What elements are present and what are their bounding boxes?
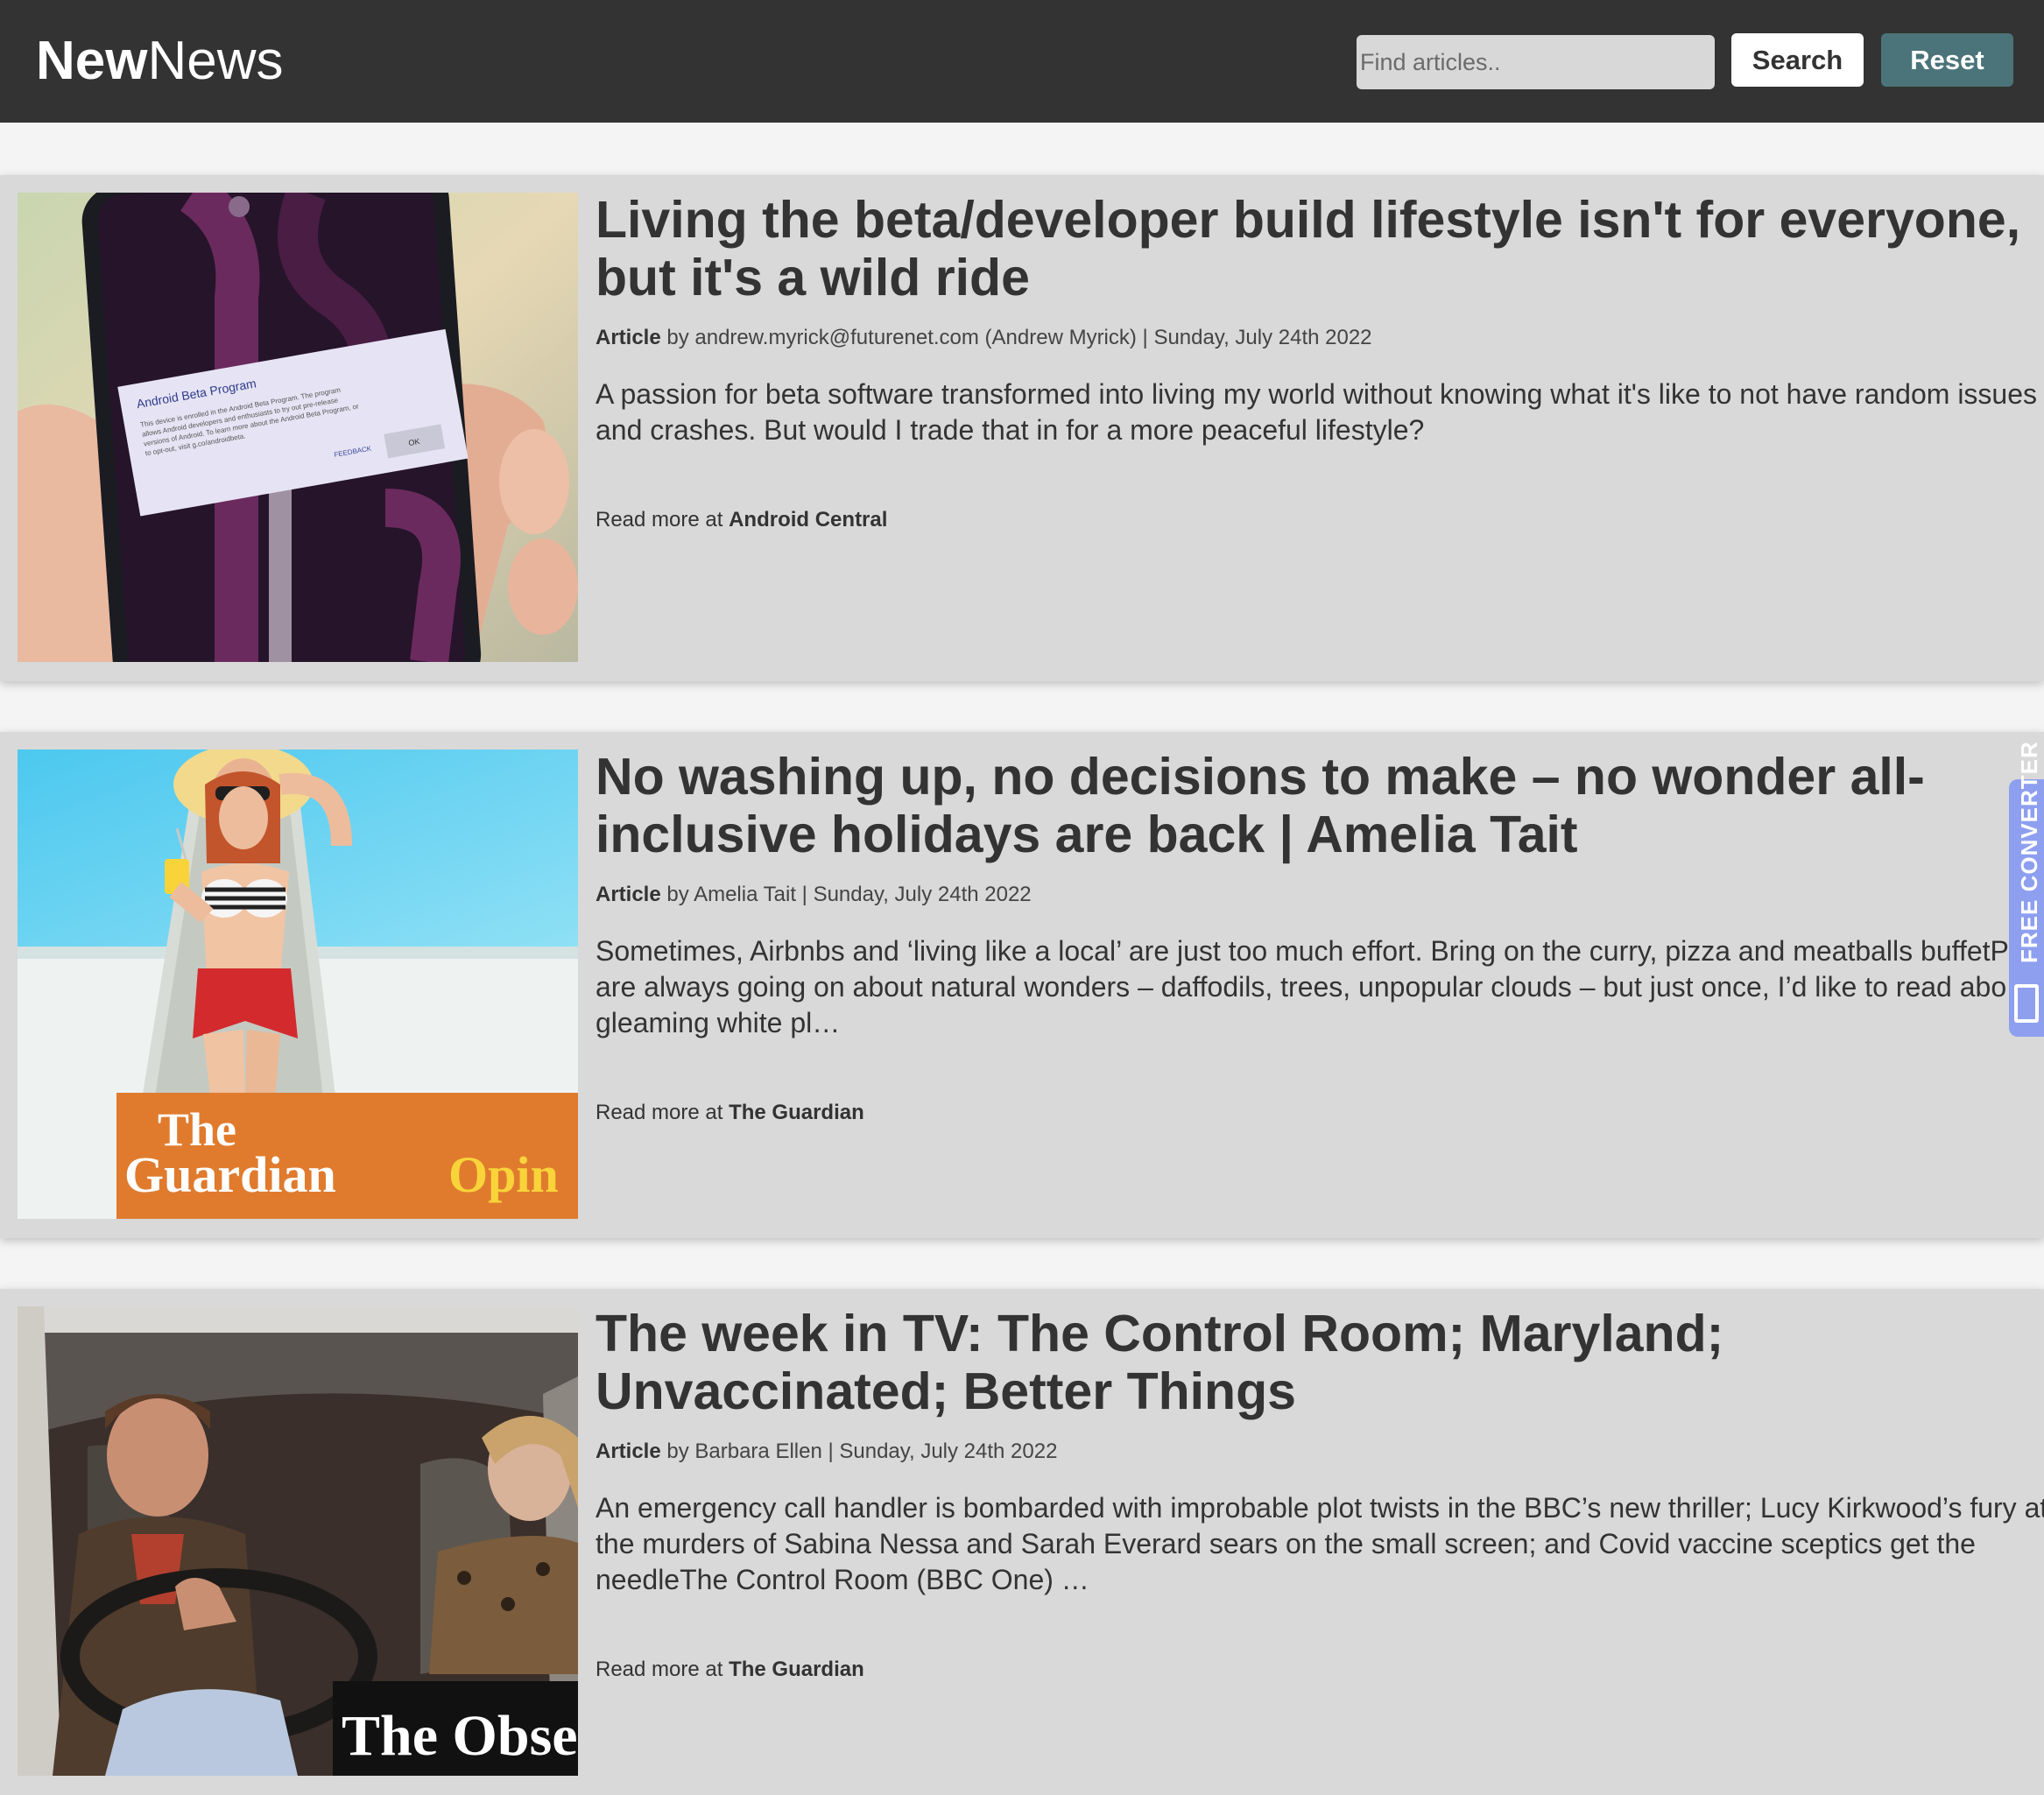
article-meta: Article by andrew.myrick@futurenet.com (… — [596, 325, 1372, 351]
top-navigation-bar: NewNews Search Reset — [0, 0, 2044, 123]
brand-logo-bold-text: New — [36, 31, 148, 91]
read-more-link[interactable]: Read more at The Guardian — [596, 1100, 864, 1126]
article-title-line: Unvaccinated; Better Things — [596, 1362, 1296, 1420]
article-meta: Article by Amelia Tait | Sunday, July 24… — [596, 882, 1032, 908]
read-more-prefix: Read more at — [596, 1101, 723, 1124]
article-title-line: The week in TV: The Control Room; Maryla… — [596, 1305, 1724, 1362]
article-type-label: Article — [596, 1440, 661, 1463]
article-byline: by andrew.myrick@futurenet.com (Andrew M… — [666, 326, 1372, 349]
article-card: The Guardian Opin No washing up, no deci… — [0, 732, 2044, 1238]
article-title-line: No washing up, no decisions to make – no… — [596, 748, 1925, 806]
article-summary-line: Sometimes, Airbnbs and ‘living like a lo… — [596, 935, 2009, 967]
article-summary-line: and crashes. But would I trade that in f… — [596, 414, 1425, 446]
article-title[interactable]: Living the beta/developer build lifestyl… — [596, 191, 2044, 306]
read-more-link[interactable]: Read more at Android Central — [596, 507, 887, 533]
observer-tv-image: The Obse — [18, 1306, 578, 1776]
search-input[interactable] — [1357, 35, 1715, 89]
free-converter-extension-tab[interactable]: FREE CONVERTER — [2009, 741, 2044, 1037]
search-button[interactable]: Search — [1731, 33, 1864, 87]
article-type-label: Article — [596, 883, 661, 906]
article-title-line: inclusive holidays are back | Amelia Tai… — [596, 806, 1578, 863]
read-more-prefix: Read more at — [596, 1658, 723, 1681]
article-summary-line: An emergency call handler is bombarded w… — [596, 1492, 2044, 1524]
observer-logo-text: The Obse — [342, 1704, 578, 1768]
article-source-name: The Guardian — [729, 1658, 864, 1681]
article-title-line: Living the beta/developer build lifestyl… — [596, 191, 2021, 249]
article-summary-line: the murders of Sabina Nessa and Sarah Ev… — [596, 1528, 1976, 1559]
android-beta-phone-image: Android Beta Program This device is enro… — [18, 193, 578, 662]
article-summary: An emergency call handler is bombarded w… — [596, 1490, 2044, 1598]
article-type-label: Article — [596, 326, 661, 349]
guardian-logo-accent: Opin — [448, 1146, 559, 1203]
read-more-prefix: Read more at — [596, 508, 723, 531]
article-thumbnail[interactable]: The Guardian Opin — [18, 750, 578, 1219]
article-summary-line: needleThe Control Room (BBC One) … — [596, 1564, 1089, 1595]
article-summary-line: are always going on about natural wonder… — [596, 971, 2007, 1003]
article-byline: by Amelia Tait | Sunday, July 24th 2022 — [666, 883, 1032, 906]
guardian-pool-image: The Guardian Opin — [18, 750, 578, 1219]
reset-button[interactable]: Reset — [1881, 33, 2013, 87]
article-thumbnail[interactable]: Android Beta Program This device is enro… — [18, 193, 578, 662]
article-meta: Article by Barbara Ellen | Sunday, July … — [596, 1439, 1057, 1465]
article-source-name: The Guardian — [729, 1101, 864, 1124]
read-more-link[interactable]: Read more at The Guardian — [596, 1657, 864, 1683]
guardian-logo-line2: Guardian — [124, 1146, 336, 1203]
article-summary: A passion for beta software transformed … — [596, 377, 2037, 448]
free-converter-label: FREE CONVERTER — [2016, 741, 2042, 963]
article-thumbnail[interactable]: The Obse — [18, 1306, 578, 1776]
article-summary: Sometimes, Airbnbs and ‘living like a lo… — [596, 933, 2009, 1041]
article-summary-line: gleaming white pl… — [596, 1007, 841, 1038]
article-title[interactable]: No washing up, no decisions to make – no… — [596, 748, 2044, 863]
article-card: The Obse The week in TV: The Control Roo… — [0, 1289, 2044, 1795]
article-summary-line: A passion for beta software transformed … — [596, 378, 2038, 410]
brand-logo-regular-text: News — [147, 31, 284, 91]
article-title-line: but it's a wild ride — [596, 249, 1030, 306]
article-byline: by Barbara Ellen | Sunday, July 24th 202… — [666, 1440, 1058, 1463]
article-title[interactable]: The week in TV: The Control Room; Maryla… — [596, 1305, 2044, 1420]
free-converter-logo-icon — [2014, 984, 2039, 1023]
brand-logo[interactable]: NewNews — [36, 28, 284, 95]
article-source-name: Android Central — [729, 508, 888, 531]
article-card: Android Beta Program This device is enro… — [0, 175, 2044, 681]
